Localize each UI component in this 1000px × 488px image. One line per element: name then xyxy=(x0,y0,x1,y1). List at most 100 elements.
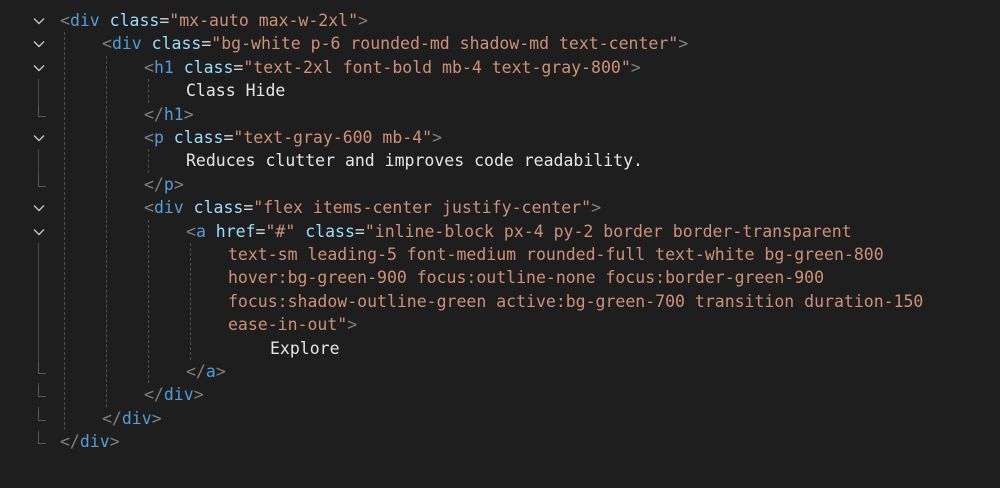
chevron-down-icon[interactable] xyxy=(32,61,46,75)
token-eq: = xyxy=(354,221,365,241)
token-punct: < xyxy=(102,34,112,54)
token-attr: class xyxy=(173,57,234,77)
code-line[interactable]: text-sm leading-5 font-medium rounded-fu… xyxy=(228,243,884,266)
code-line[interactable]: </h1> xyxy=(144,103,194,126)
token-str: "mx-auto max-w-2xl" xyxy=(169,11,359,30)
code-line[interactable]: </div> xyxy=(102,407,162,430)
token-punct: > xyxy=(678,34,689,54)
chevron-down-icon[interactable] xyxy=(32,14,46,28)
code-line[interactable]: Explore xyxy=(270,337,340,360)
token-tag: div xyxy=(121,408,152,428)
fold-end-marker xyxy=(38,174,46,187)
token-punct: < xyxy=(60,11,70,30)
token-attr: class xyxy=(295,221,355,241)
code-line[interactable]: <div class="mx-auto max-w-2xl"> xyxy=(60,9,368,32)
token-tag: div xyxy=(111,34,142,54)
token-str: hover:bg-green-900 focus:outline-none fo… xyxy=(228,268,825,288)
code-line[interactable]: <h1 class="text-2xl font-bold mb-4 text-… xyxy=(144,56,641,79)
token-eq: = xyxy=(159,11,170,30)
token-punct: </ xyxy=(144,174,164,194)
token-punct: </ xyxy=(144,104,164,124)
token-str: ease-in-out" xyxy=(228,315,348,335)
indent-guide xyxy=(190,243,191,360)
token-tag: div xyxy=(69,11,100,30)
token-punct: </ xyxy=(60,432,80,452)
token-punct: > xyxy=(591,198,601,218)
code-line[interactable]: </div> xyxy=(144,383,204,406)
token-tag: h1 xyxy=(163,104,184,124)
token-punct: > xyxy=(183,104,194,124)
token-punct: < xyxy=(144,198,154,218)
code-line[interactable]: <a href="#" class="inline-block px-4 py-… xyxy=(186,220,852,243)
token-txt: Explore xyxy=(270,338,340,358)
token-attr: href xyxy=(205,221,256,241)
token-attr: class xyxy=(141,34,202,54)
code-line[interactable]: focus:shadow-outline-green active:bg-gre… xyxy=(228,290,923,313)
indent-guide xyxy=(148,149,149,173)
token-tag: p xyxy=(153,128,164,147)
token-tag: a xyxy=(195,221,206,241)
token-str: "text-gray-600 mb-4" xyxy=(233,128,433,147)
token-str: "text-2xl font-bold mb-4 text-gray-800" xyxy=(243,57,631,77)
token-punct: > xyxy=(630,57,641,77)
token-punct: </ xyxy=(186,362,206,381)
code-line[interactable]: <p class="text-gray-600 mb-4"> xyxy=(144,126,442,149)
indent-guide xyxy=(106,55,107,407)
token-eq: = xyxy=(223,128,234,147)
code-editor[interactable]: <div class="mx-auto max-w-2xl"> <div clas… xyxy=(0,0,1000,488)
token-str: "#" xyxy=(265,221,296,241)
chevron-down-icon[interactable] xyxy=(32,131,46,145)
token-str: text-sm leading-5 font-medium rounded-fu… xyxy=(228,245,884,264)
token-str: "bg-white p-6 rounded-md shadow-md text-… xyxy=(211,34,679,54)
chevron-down-icon[interactable] xyxy=(32,225,46,239)
code-line[interactable]: ease-in-out"> xyxy=(228,313,357,336)
token-eq: = xyxy=(255,221,266,241)
token-eq: = xyxy=(243,198,254,218)
fold-end-marker xyxy=(38,408,46,421)
fold-end-marker xyxy=(38,362,46,374)
token-eq: = xyxy=(201,34,212,54)
chevron-down-icon[interactable] xyxy=(32,201,46,215)
code-line[interactable]: hover:bg-green-900 focus:outline-none fo… xyxy=(228,266,824,289)
code-line[interactable]: <div class="bg-white p-6 rounded-md shad… xyxy=(102,32,688,55)
token-punct: > xyxy=(215,362,226,381)
code-line[interactable]: <div class="flex items-center justify-ce… xyxy=(144,196,601,219)
indent-guide xyxy=(148,219,149,384)
fold-gutter xyxy=(0,0,56,488)
token-tag: h1 xyxy=(153,57,174,77)
token-punct: </ xyxy=(102,408,122,428)
token-str: focus:shadow-outline-green active:bg-gre… xyxy=(228,291,924,311)
token-str: "inline-block px-4 py-2 border border-tr… xyxy=(364,221,852,241)
token-punct: > xyxy=(432,128,443,147)
code-line[interactable]: </p> xyxy=(144,173,184,196)
token-punct: </ xyxy=(144,385,164,405)
token-tag: div xyxy=(79,432,110,452)
token-punct: > xyxy=(109,432,120,452)
fold-end-marker xyxy=(38,432,46,445)
code-line[interactable]: </a> xyxy=(186,360,226,383)
token-eq: = xyxy=(233,57,244,77)
code-line[interactable]: Class Hide xyxy=(186,79,285,102)
token-punct: < xyxy=(144,57,154,77)
token-punct: > xyxy=(173,174,184,194)
token-punct: > xyxy=(193,385,204,405)
token-attr: class xyxy=(183,198,244,218)
token-punct: > xyxy=(347,315,358,335)
indent-guide xyxy=(148,79,149,103)
token-txt: Reduces clutter and improves code readab… xyxy=(186,151,643,171)
code-line[interactable]: Reduces clutter and improves code readab… xyxy=(186,149,643,172)
indent-guide xyxy=(64,32,65,431)
fold-range-line xyxy=(38,243,39,370)
fold-end-marker xyxy=(38,104,46,117)
token-attr: class xyxy=(163,128,224,147)
fold-end-marker xyxy=(38,385,46,398)
token-str: "flex items-center justify-center" xyxy=(253,198,592,218)
token-punct: > xyxy=(358,11,368,30)
token-punct: < xyxy=(186,221,196,241)
token-punct: > xyxy=(151,408,162,428)
chevron-down-icon[interactable] xyxy=(32,37,46,51)
token-tag: p xyxy=(163,174,174,194)
code-line[interactable]: </div> xyxy=(60,430,120,453)
token-txt: Class Hide xyxy=(186,81,286,101)
token-attr: class xyxy=(99,11,160,30)
